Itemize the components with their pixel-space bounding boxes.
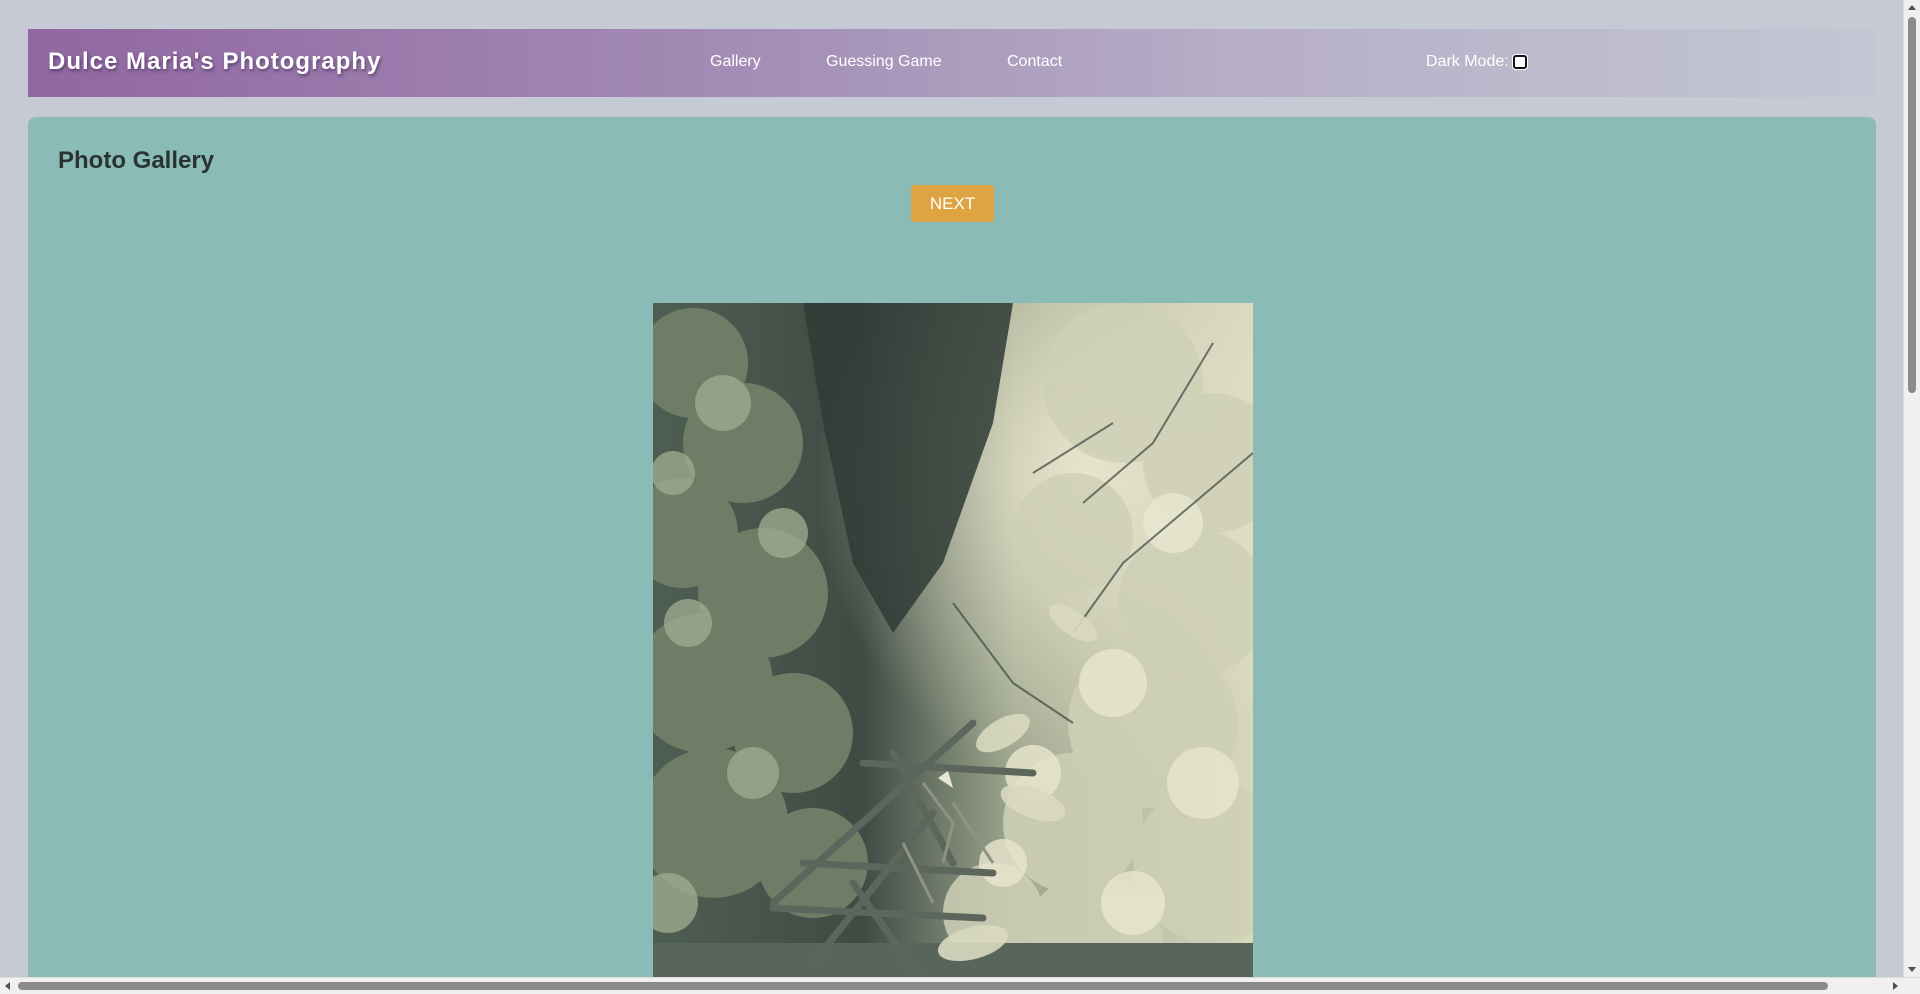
site-header: Dulce Maria's Photography Gallery Guessi… [28,29,1876,97]
nav-link-contact[interactable]: Contact [1007,53,1062,71]
browser-page: Dulce Maria's Photography Gallery Guessi… [0,0,1920,994]
scroll-left-icon[interactable] [5,982,10,990]
dark-mode-checkbox[interactable] [1512,55,1527,69]
scroll-down-icon[interactable] [1908,967,1916,972]
dark-mode-label: Dark Mode: [1426,53,1509,70]
gallery-photo [653,303,1253,993]
gallery-section: Photo Gallery NEXT [28,117,1876,994]
vertical-scrollbar[interactable] [1903,0,1920,977]
horizontal-scroll-thumb[interactable] [18,982,1828,990]
dark-mode-toggle: Dark Mode: [1426,53,1527,71]
site-title: Dulce Maria's Photography [48,48,382,75]
nav-link-guessing-game[interactable]: Guessing Game [826,53,942,71]
scroll-up-icon[interactable] [1908,5,1916,10]
nav-link-gallery[interactable]: Gallery [710,53,761,71]
horizontal-scrollbar[interactable] [0,977,1920,994]
page-title: Photo Gallery [58,147,215,174]
scroll-right-icon[interactable] [1893,982,1898,990]
vertical-scroll-thumb[interactable] [1908,17,1916,393]
next-button[interactable]: NEXT [911,185,994,222]
